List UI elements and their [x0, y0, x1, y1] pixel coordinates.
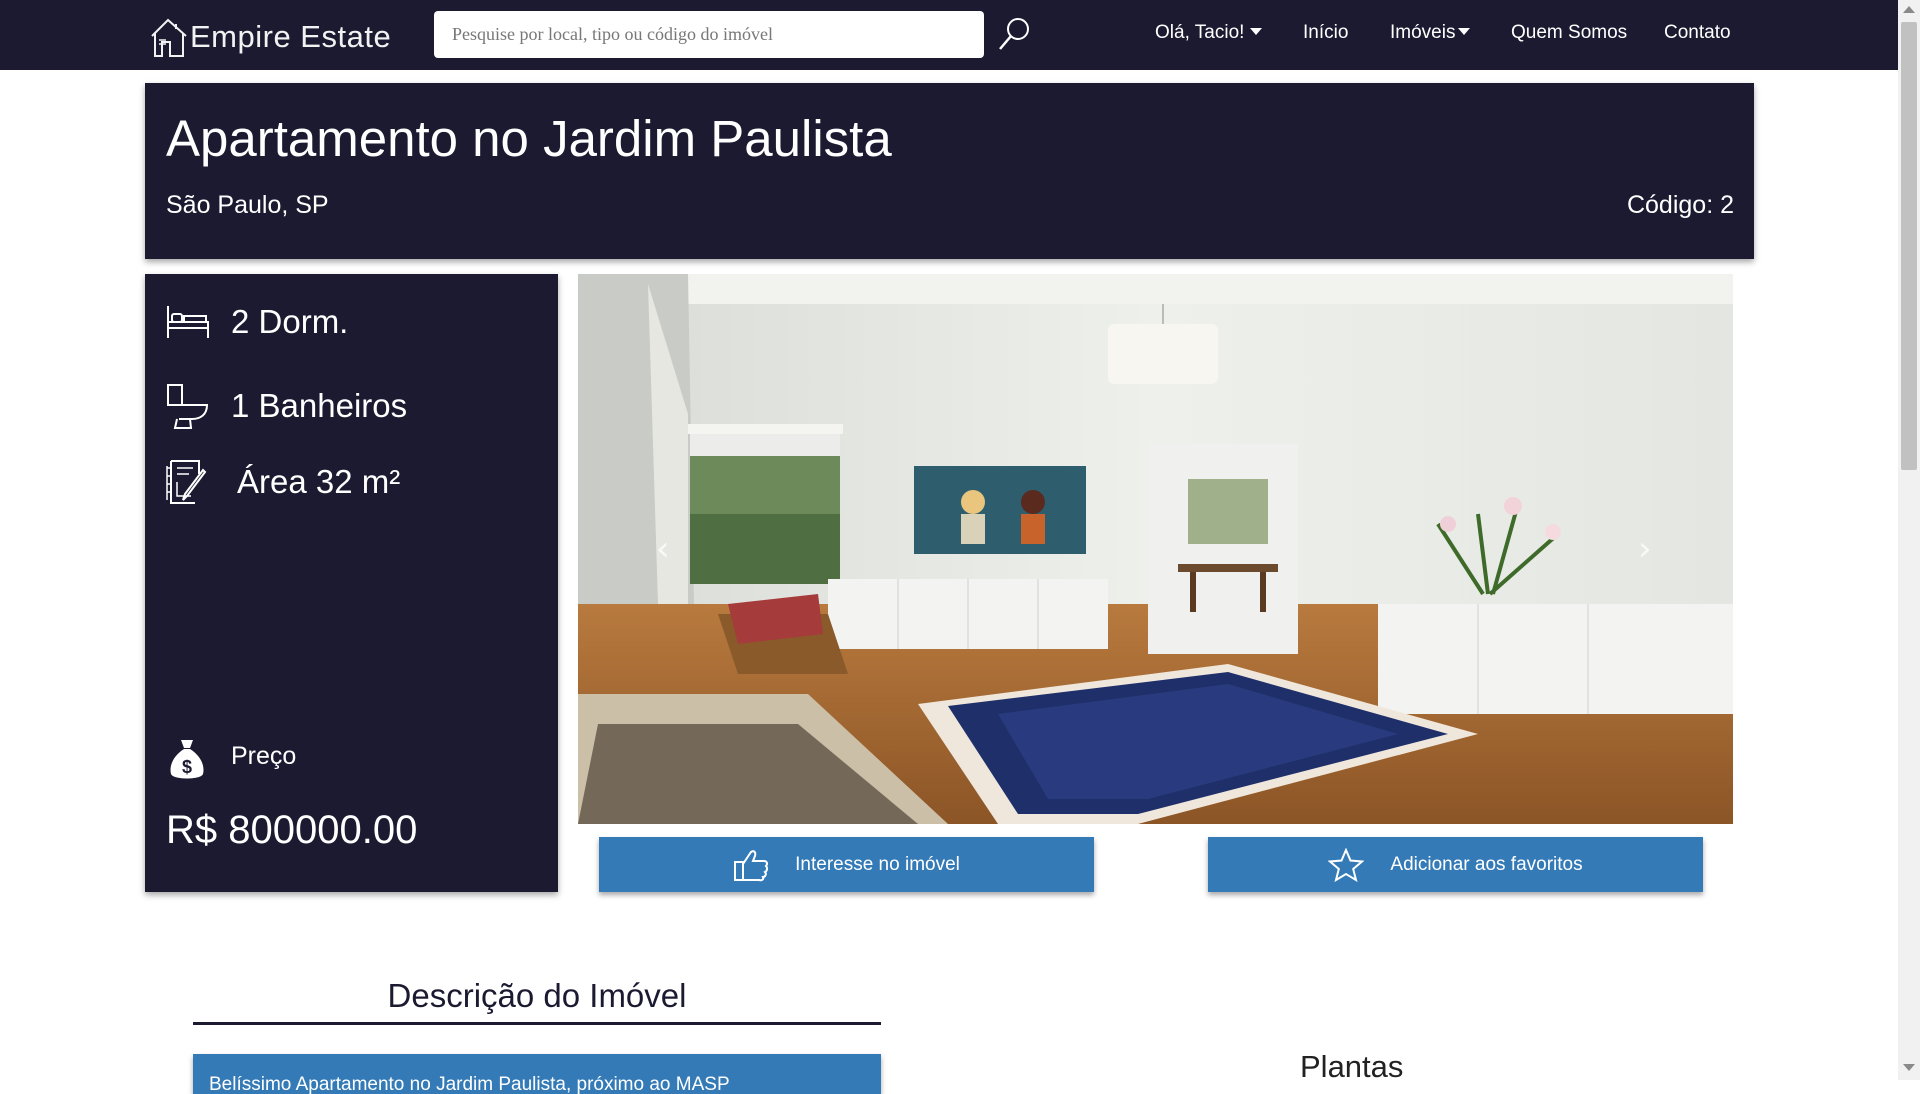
nav-link-contact[interactable]: Contato [1664, 22, 1731, 44]
search-input[interactable] [434, 11, 984, 58]
interest-button-label: Interesse no imóvel [795, 853, 960, 875]
feature-bedrooms: 2 Dorm. [165, 302, 348, 342]
scrollbar-thumb[interactable] [1901, 22, 1917, 470]
brand-logo[interactable]: Empire Estate [150, 16, 391, 58]
svg-text:$: $ [182, 757, 192, 777]
brand-name: Empire Estate [190, 19, 392, 54]
property-photo-carousel[interactable]: ‹ › [578, 274, 1733, 824]
feature-bathrooms: 1 Banheiros [165, 382, 407, 430]
price-label: Preço [231, 742, 297, 770]
description-divider [193, 1022, 881, 1025]
nav-link-home[interactable]: Início [1303, 22, 1348, 44]
scroll-down-icon[interactable] [1903, 1064, 1915, 1071]
magnifier-icon [999, 18, 1029, 50]
description-text: Belíssimo Apartamento no Jardim Paulista… [209, 1074, 730, 1094]
carousel-prev-button[interactable]: ‹ [656, 529, 670, 569]
bedrooms-text: 2 Dorm. [231, 303, 349, 340]
property-header: Apartamento no Jardim Paulista São Paulo… [145, 83, 1754, 259]
star-outline-icon [1328, 847, 1365, 882]
property-location: São Paulo, SP [166, 191, 329, 219]
living-room-photo [578, 274, 1733, 824]
favorite-button[interactable]: Adicionar aos favoritos [1208, 837, 1703, 892]
property-title: Apartamento no Jardim Paulista [166, 110, 892, 167]
bathrooms-text: 1 Banheiros [231, 387, 408, 424]
scroll-up-icon[interactable] [1903, 6, 1915, 13]
house-outline-icon [151, 18, 187, 57]
search-button[interactable] [996, 16, 1032, 52]
toilet-icon [167, 384, 209, 429]
user-greeting: Olá, Tacio! [1155, 22, 1245, 43]
money-bag-icon: $ [170, 740, 204, 779]
nav-imoveis-label: Imóveis [1390, 22, 1456, 43]
thumbs-up-icon [734, 849, 769, 881]
favorite-button-label: Adicionar aos favoritos [1390, 853, 1583, 875]
description-box: Belíssimo Apartamento no Jardim Paulista… [193, 1054, 881, 1094]
property-info-panel: 2 Dorm. 1 Banheiros Área 32 m² $ Preço R… [145, 274, 558, 892]
floor-plan-icon [166, 460, 207, 504]
top-navbar: Empire Estate Olá, Tacio! Início Imóveis… [0, 0, 1898, 70]
bed-icon [167, 306, 209, 338]
user-menu-dropdown[interactable]: Olá, Tacio! [1155, 22, 1263, 44]
caret-down-icon [1458, 28, 1471, 35]
carousel-next-button[interactable]: › [1638, 529, 1652, 569]
nav-dropdown-imoveis[interactable]: Imóveis [1390, 22, 1471, 44]
feature-area: Área 32 m² [165, 458, 400, 506]
area-text: Área 32 m² [237, 463, 401, 500]
interest-button[interactable]: Interesse no imóvel [599, 837, 1094, 892]
description-title: Descrição do Imóvel [387, 977, 687, 1014]
nav-link-about[interactable]: Quem Somos [1511, 22, 1627, 44]
caret-down-icon [1250, 28, 1263, 35]
price-value: R$ 800000.00 [166, 808, 418, 852]
property-code: Código: 2 [1626, 191, 1734, 219]
